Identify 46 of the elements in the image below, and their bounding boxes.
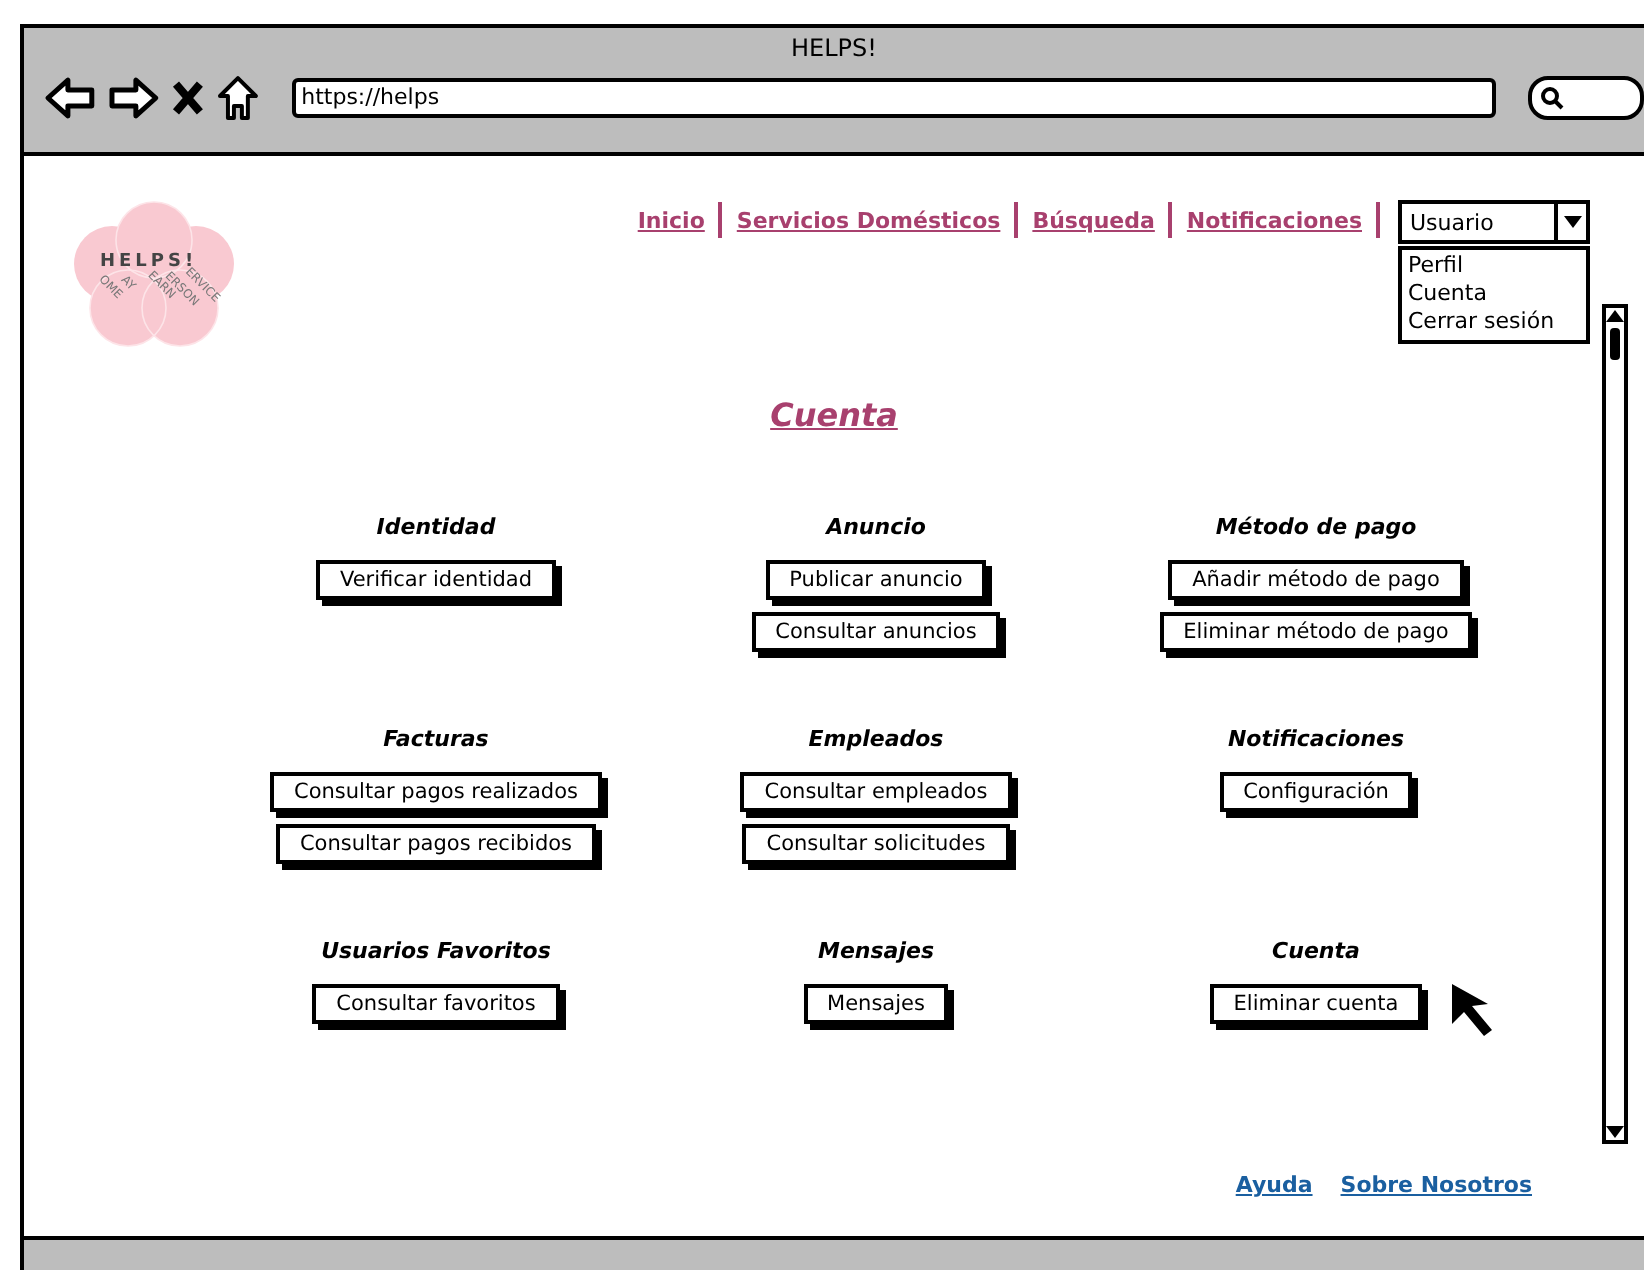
action-button[interactable]: Consultar pagos realizados: [270, 772, 602, 812]
menu-item[interactable]: Cuenta: [1408, 280, 1580, 308]
menu-item[interactable]: Perfil: [1408, 252, 1580, 280]
section-title: Notificaciones: [1227, 726, 1405, 752]
forward-icon[interactable]: [107, 76, 160, 120]
close-icon[interactable]: [171, 80, 204, 116]
nav-link[interactable]: Notificaciones: [1186, 200, 1362, 234]
section-title: Anuncio: [826, 514, 926, 540]
nav-link[interactable]: Búsqueda: [1032, 200, 1155, 234]
action-button[interactable]: Configuración: [1219, 772, 1413, 812]
section-title: Método de pago: [1215, 514, 1417, 540]
action-button[interactable]: Verificar identidad: [315, 560, 557, 600]
url-field[interactable]: https://helps: [291, 78, 1497, 118]
search-icon: [1540, 86, 1565, 110]
window-title: HELPS!: [789, 32, 879, 66]
home-icon[interactable]: [215, 74, 260, 122]
action-button[interactable]: Consultar empleados: [740, 772, 1012, 812]
caret-icon: [1563, 216, 1581, 228]
action-button[interactable]: Consultar solicitudes: [742, 824, 1010, 864]
section-title: Facturas: [383, 726, 489, 752]
footer-link[interactable]: Sobre Nosotros: [1340, 1172, 1532, 1198]
action-button[interactable]: Eliminar método de pago: [1159, 612, 1473, 652]
nav-link[interactable]: Servicios Domésticos: [736, 200, 1001, 234]
action-button[interactable]: Eliminar cuenta: [1209, 984, 1423, 1024]
action-button[interactable]: Mensajes: [803, 984, 949, 1024]
footer-link[interactable]: Ayuda: [1235, 1172, 1313, 1198]
section-title: Empleados: [808, 726, 944, 752]
scroll-up-icon[interactable]: [1606, 308, 1624, 324]
section-title: Mensajes: [818, 938, 934, 964]
user-dropdown[interactable]: Usuario: [1398, 200, 1590, 244]
search-field[interactable]: [1528, 76, 1644, 120]
back-icon[interactable]: [44, 76, 96, 120]
action-button[interactable]: Consultar pagos recibidos: [275, 824, 597, 864]
scrollbar[interactable]: [1602, 304, 1628, 1144]
section-title: Usuarios Favoritos: [321, 938, 551, 964]
page-title: Cuenta: [770, 396, 898, 434]
menu-item[interactable]: Cerrar sesión: [1408, 308, 1580, 336]
section-title: Cuenta: [1272, 938, 1360, 964]
action-button[interactable]: Consultar favoritos: [312, 984, 560, 1024]
action-button[interactable]: Publicar anuncio: [765, 560, 987, 600]
section-title: Identidad: [376, 514, 496, 540]
action-button[interactable]: Añadir método de pago: [1168, 560, 1464, 600]
nav-link[interactable]: Inicio: [637, 200, 705, 234]
action-button[interactable]: Consultar anuncios: [751, 612, 1001, 652]
scroll-down-icon[interactable]: [1606, 1124, 1624, 1140]
scroll-thumb[interactable]: [1610, 328, 1620, 360]
